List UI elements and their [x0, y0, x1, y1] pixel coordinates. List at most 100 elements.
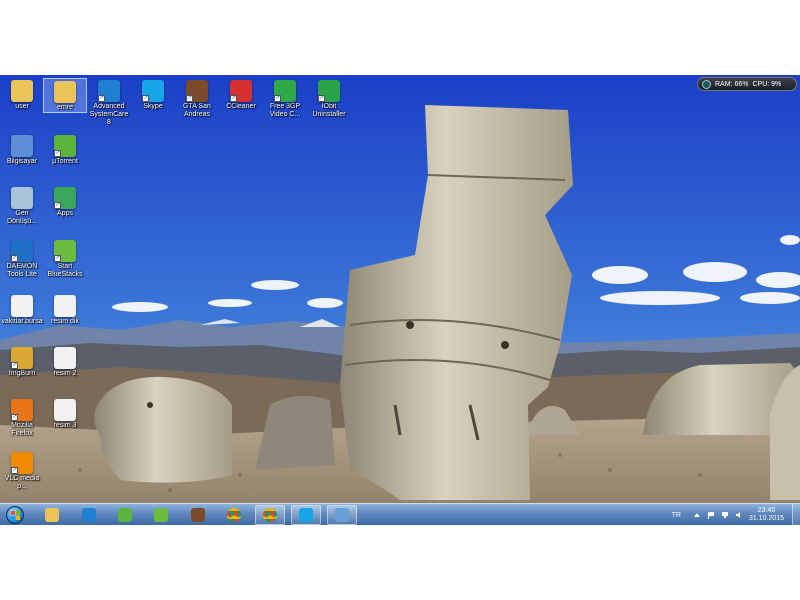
desktop-icon-label: µTorrent	[52, 158, 78, 165]
desktop-icon-start-bluestacks[interactable]: ↗ Start BlueStacks	[43, 238, 87, 279]
taskbar-item-network-app[interactable]	[327, 505, 357, 525]
desktop-icon-iobit-uninstaller[interactable]: ↗ IObit Uninstaller	[307, 78, 351, 119]
skype-icon: ↗	[142, 80, 164, 102]
desktop-icon-label: emre	[57, 104, 73, 111]
taskbar-item-advanced-systemcare[interactable]	[74, 505, 104, 525]
shortcut-arrow-icon: ↗	[318, 95, 325, 102]
folder-icon	[54, 81, 76, 103]
desktop-icon-mozilla-firefox[interactable]: ↗ Mozilla Firefox	[0, 397, 44, 438]
flag-icon[interactable]	[707, 511, 715, 519]
network-icon[interactable]	[721, 511, 729, 519]
desktop-icon-emre[interactable]: emre	[43, 78, 87, 113]
vlc-icon: ↗	[11, 452, 33, 474]
chrome-icon	[227, 508, 241, 522]
desktop-icon-ccleaner[interactable]: ↗ CCleaner	[219, 78, 263, 111]
shortcut-arrow-icon: ↗	[54, 255, 61, 262]
clock-date: 31.10.2015	[748, 515, 784, 522]
utorrent-icon	[118, 508, 132, 522]
folder-icon	[11, 80, 33, 102]
desktop-icon-label: IObit Uninstaller	[312, 103, 346, 118]
firefox-icon: ↗	[11, 399, 33, 421]
desktop-icon-geri-donusum[interactable]: Geri Dönüşü...	[0, 185, 44, 226]
taskbar-item-explorer[interactable]	[37, 505, 67, 525]
desktop-icon-label: Start BlueStacks	[47, 263, 83, 278]
shortcut-arrow-icon: ↗	[11, 255, 18, 262]
desktop-icon-gta-san-andreas[interactable]: ↗ GTA San Andreas	[175, 78, 219, 119]
desktop-icon-label: Mozilla Firefox	[11, 422, 33, 437]
recycle-bin-icon	[11, 187, 33, 209]
shortcut-arrow-icon: ↗	[142, 95, 149, 102]
desktop-icon-daemon-tools[interactable]: ↗ DAEMON Tools Lite	[0, 238, 44, 279]
network-app-icon	[335, 508, 349, 522]
image-file-icon	[54, 399, 76, 421]
desktop-icon-vakitlar[interactable]: vakitlar.bursa	[0, 293, 44, 326]
taskbar-item-chrome-1[interactable]	[219, 505, 249, 525]
shortcut-arrow-icon: ↗	[186, 95, 193, 102]
desktop-icon-label: resim 2	[53, 370, 77, 377]
image-file-icon	[54, 347, 76, 369]
shortcut-arrow-icon: ↗	[54, 202, 61, 209]
desktop-icon-label: Geri Dönüşü...	[7, 210, 37, 225]
desktop-icon-apps[interactable]: ↗ Apps	[43, 185, 87, 218]
imgburn-icon: ↗	[11, 347, 33, 369]
desktop-icon-user[interactable]: user	[0, 78, 44, 111]
desktop-wallpaper	[0, 75, 800, 525]
desktop-icon-utorrent[interactable]: ↗ µTorrent	[43, 133, 87, 166]
gta-san-andreas-icon	[191, 508, 205, 522]
desktop-icon-label: CCleaner	[226, 103, 256, 110]
language-indicator[interactable]: TR	[672, 512, 681, 519]
shortcut-arrow-icon: ↗	[230, 95, 237, 102]
desktop-icon-resim-2[interactable]: resim 2	[43, 345, 87, 378]
system-tray: TR 23:40 31.10.2015	[672, 504, 800, 525]
taskbar-item-skype[interactable]	[291, 505, 321, 525]
ram-usage: RAM: 66%	[715, 80, 749, 88]
advanced-systemcare-icon: ↗	[98, 80, 120, 102]
desktop-icon-label: Free 3GP Video C...	[269, 103, 301, 118]
desktop-icon-free-3gp[interactable]: ↗ Free 3GP Video C...	[263, 78, 307, 119]
desktop-icon-skype[interactable]: ↗ Skype	[131, 78, 175, 111]
taskbar-item-bluestacks[interactable]	[146, 505, 176, 525]
shortcut-arrow-icon: ↗	[54, 150, 61, 157]
system-monitor-gadget[interactable]: RAM: 66% CPU: 9%	[697, 77, 797, 91]
shortcut-arrow-icon: ↗	[98, 95, 105, 102]
desktop-icon-label: DAEMON Tools Lite	[6, 263, 38, 278]
taskbar-item-utorrent[interactable]	[110, 505, 140, 525]
desktop-icon-label: resim dik	[50, 318, 79, 325]
windows-start-icon	[6, 506, 24, 524]
desktop-icon-vlc[interactable]: ↗ VLC media p...	[0, 450, 44, 491]
desktop-icon-label: Bilgisayar	[6, 158, 38, 165]
taskbar-item-chrome-2[interactable]	[255, 505, 285, 525]
clock[interactable]: 23:40 31.10.2015	[749, 507, 784, 523]
taskbar-item-gta-san-andreas[interactable]	[183, 505, 213, 525]
show-hidden-icons-icon[interactable]	[693, 511, 701, 519]
desktop-icon-label: resim 3	[53, 422, 77, 429]
bluestacks-apps-icon: ↗	[54, 187, 76, 209]
desktop-icon-advanced-systemcare[interactable]: ↗ Advanced SystemCare 8	[87, 78, 131, 127]
desktop-icon-label: VLC media p...	[4, 475, 40, 490]
desktop-icon-imgburn[interactable]: ↗ ImgBurn	[0, 345, 44, 378]
desktop-icon-resim-dik[interactable]: resim dik	[43, 293, 87, 326]
daemon-tools-icon: ↗	[11, 240, 33, 262]
volume-icon[interactable]	[735, 511, 743, 519]
desktop-icon-label: vakitlar.bursa	[1, 318, 43, 325]
system-monitor-icon	[702, 79, 711, 89]
document-icon	[11, 295, 33, 317]
desktop-icon-resim-3[interactable]: resim 3	[43, 397, 87, 430]
desktop-icon-bilgisayar[interactable]: Bilgisayar	[0, 133, 44, 166]
taskbar: TR 23:40 31.10.2015	[0, 503, 800, 525]
desktop-icon-label: Skype	[143, 103, 163, 110]
show-desktop-button[interactable]	[792, 504, 800, 525]
desktop-screen: user emre ↗ Advanced SystemCare 8 ↗ Skype ↗ GTA…	[0, 75, 800, 525]
bluestacks-icon	[154, 508, 168, 522]
advanced-systemcare-icon	[82, 508, 96, 522]
computer-icon	[11, 135, 33, 157]
video-converter-icon: ↗	[274, 80, 296, 102]
image-file-icon	[54, 295, 76, 317]
bluestacks-icon: ↗	[54, 240, 76, 262]
desktop-icon-label: Apps	[57, 210, 73, 217]
shortcut-arrow-icon: ↗	[11, 362, 18, 369]
file-explorer-icon	[45, 508, 59, 522]
iobit-uninstaller-icon: ↗	[318, 80, 340, 102]
start-button[interactable]	[3, 504, 27, 525]
shortcut-arrow-icon: ↗	[11, 467, 18, 474]
